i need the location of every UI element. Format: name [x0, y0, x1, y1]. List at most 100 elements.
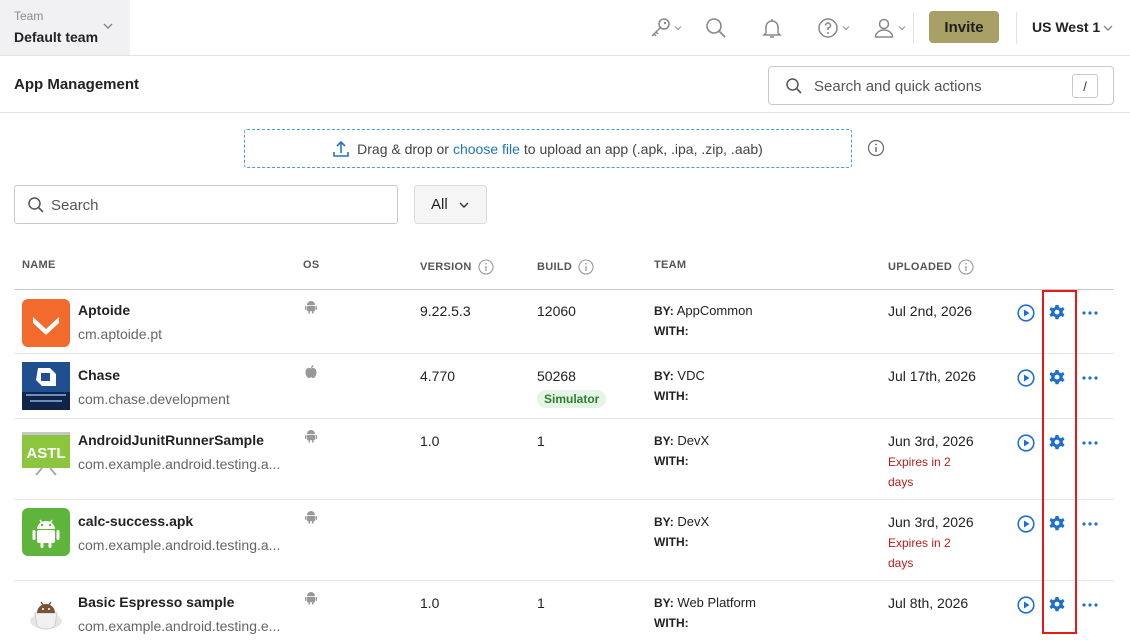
- team-by: BY: DevX: [654, 514, 709, 529]
- expiry-line: days: [888, 556, 914, 570]
- chevron-down-icon: [842, 26, 850, 31]
- quick-actions-search[interactable]: Search and quick actions /: [768, 66, 1114, 105]
- team-by-value: AppCommon: [676, 303, 753, 318]
- team-with-label: WITH:: [654, 389, 689, 403]
- global-search-button[interactable]: [704, 14, 728, 42]
- chevron-down-icon: [674, 26, 682, 31]
- column-header-uploaded[interactable]: UPLOADED: [888, 259, 974, 275]
- table-row[interactable]: Aptoide cm.aptoide.pt 9.22.5.3 12060 BY:…: [14, 290, 1114, 354]
- astl-logo: ASTL: [22, 428, 70, 476]
- help-menu[interactable]: [816, 14, 850, 42]
- column-header-label: TEAM: [654, 259, 687, 271]
- more-options-icon[interactable]: [1081, 371, 1099, 385]
- uploaded-date: Jun 3rd, 2026: [888, 514, 974, 530]
- android-icon: [305, 301, 317, 314]
- play-icon[interactable]: [1017, 304, 1035, 322]
- team-with-label: WITH:: [654, 454, 689, 468]
- column-header-os[interactable]: OS: [303, 259, 320, 271]
- by-label: BY:: [654, 304, 674, 318]
- app-version: 9.22.5.3: [420, 303, 471, 319]
- play-icon[interactable]: [1017, 515, 1035, 533]
- column-header-build[interactable]: BUILD: [537, 259, 594, 275]
- app-build: 12060: [537, 303, 576, 319]
- play-icon[interactable]: [1017, 596, 1035, 614]
- apple-icon: [305, 365, 317, 378]
- more-options-icon[interactable]: [1081, 598, 1099, 612]
- divider: [1016, 12, 1017, 44]
- api-key-menu[interactable]: [648, 14, 682, 42]
- upload-dropzone[interactable]: Drag & drop or choose file to upload an …: [244, 129, 852, 168]
- app-name[interactable]: AndroidJunitRunnerSample: [78, 432, 264, 448]
- more-options-icon[interactable]: [1081, 436, 1099, 450]
- chevron-down-icon[interactable]: [1102, 22, 1114, 34]
- divider: [913, 12, 914, 44]
- app-package: com.chase.development: [78, 391, 230, 407]
- more-options-icon[interactable]: [1081, 517, 1099, 531]
- uploaded-date: Jun 3rd, 2026: [888, 433, 974, 449]
- android-icon: [305, 430, 317, 443]
- table-row[interactable]: Chase com.chase.development 4.770 50268 …: [14, 354, 1114, 419]
- play-icon[interactable]: [1017, 369, 1035, 387]
- android-icon: [305, 592, 317, 605]
- team-selector-value: Default team: [14, 29, 99, 45]
- upload-text-before: Drag & drop or: [357, 140, 449, 157]
- info-icon[interactable]: [867, 139, 885, 157]
- user-menu[interactable]: [872, 14, 906, 42]
- android-icon: [305, 511, 317, 524]
- app-package: cm.aptoide.pt: [78, 326, 163, 342]
- table-row[interactable]: calc-success.apk com.example.android.tes…: [14, 500, 1114, 581]
- column-header-name[interactable]: NAME: [22, 259, 56, 271]
- info-icon[interactable]: [958, 259, 974, 275]
- column-header-label: BUILD: [537, 261, 573, 273]
- app-search-placeholder: Search: [51, 197, 99, 214]
- team-by-value: DevX: [677, 514, 710, 529]
- gear-icon[interactable]: [1048, 515, 1066, 533]
- app-package: com.example.android.testing.e...: [78, 618, 281, 634]
- choose-file-link[interactable]: choose file: [453, 141, 520, 157]
- play-icon[interactable]: [1017, 434, 1035, 452]
- chevron-down-icon: [103, 23, 113, 29]
- team-by: BY: AppCommon: [654, 303, 753, 318]
- region-selector[interactable]: US West 1: [1032, 19, 1100, 35]
- table-row[interactable]: ASTL AndroidJunitRunnerSample com.exampl…: [14, 419, 1114, 500]
- search-icon: [706, 18, 726, 38]
- app-name[interactable]: calc-success.apk: [78, 513, 193, 529]
- invite-button[interactable]: Invite: [929, 11, 999, 43]
- team-with-label: WITH:: [654, 324, 689, 338]
- more-options-icon[interactable]: [1081, 306, 1099, 320]
- team-selector[interactable]: Team Default team: [0, 0, 130, 55]
- android-logo: [22, 508, 70, 556]
- column-header-version[interactable]: VERSION: [420, 259, 494, 275]
- app-build: 50268: [537, 368, 576, 384]
- app-name[interactable]: Basic Espresso sample: [78, 594, 234, 610]
- info-icon[interactable]: [578, 259, 594, 275]
- gear-icon[interactable]: [1048, 369, 1066, 387]
- app-search-input[interactable]: Search: [14, 185, 398, 224]
- expiry-line: Expires in 2: [888, 536, 951, 550]
- gear-icon[interactable]: [1048, 596, 1066, 614]
- upload-icon: [333, 140, 349, 158]
- page-header: App Management Search and quick actions …: [0, 56, 1130, 113]
- by-label: BY:: [654, 596, 674, 610]
- app-name[interactable]: Chase: [78, 367, 120, 383]
- search-icon: [28, 197, 44, 213]
- team-by-value: Web Platform: [677, 595, 756, 610]
- table-row[interactable]: Basic Espresso sample com.example.androi…: [14, 581, 1114, 640]
- top-bar: Team Default team Invite US West 1: [0, 0, 1130, 56]
- gear-icon[interactable]: [1048, 434, 1066, 452]
- info-icon[interactable]: [478, 259, 494, 275]
- notifications-button[interactable]: [760, 14, 784, 42]
- chevron-down-icon: [458, 199, 470, 211]
- chevron-down-icon: [898, 26, 906, 31]
- user-icon: [874, 18, 894, 38]
- column-header-label: OS: [303, 259, 320, 271]
- simulator-badge: Simulator: [537, 390, 607, 408]
- column-header-team[interactable]: TEAM: [654, 259, 686, 271]
- app-name[interactable]: Aptoide: [78, 302, 130, 318]
- page-title: App Management: [14, 76, 140, 93]
- os-filter-dropdown[interactable]: All: [414, 185, 487, 224]
- gear-icon[interactable]: [1048, 304, 1066, 322]
- team-selector-label: Team: [14, 9, 44, 23]
- expiry-warning: Expires in 2 days: [888, 452, 968, 492]
- aptoide-logo: [22, 299, 70, 347]
